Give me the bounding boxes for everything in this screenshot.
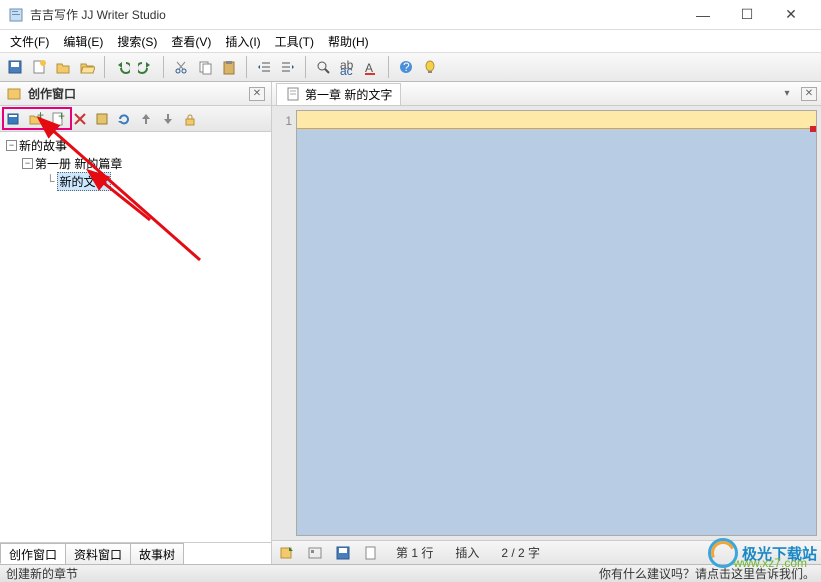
toolbar-separator: [388, 56, 389, 78]
document-tab[interactable]: 第一章 新的文字: [276, 83, 401, 105]
app-icon: [8, 7, 24, 23]
replace-icon[interactable]: abac: [336, 56, 358, 78]
menu-tools[interactable]: 工具(T): [269, 31, 320, 52]
side-tab-storytree[interactable]: 故事树: [130, 543, 184, 564]
undo-icon[interactable]: [111, 56, 133, 78]
tree-collapse-icon[interactable]: −: [22, 158, 33, 169]
char-count: 2 / 2 字: [495, 544, 546, 561]
tip-icon[interactable]: [419, 56, 441, 78]
line-info: 第 1 行: [390, 544, 439, 561]
book2-icon[interactable]: [92, 109, 112, 129]
panel-close-button[interactable]: ✕: [249, 87, 265, 101]
refresh-icon[interactable]: [114, 109, 134, 129]
down-icon[interactable]: [158, 109, 178, 129]
tree-leaf-icon: └: [46, 174, 55, 188]
svg-text:+: +: [58, 111, 65, 123]
delete-icon[interactable]: [70, 109, 90, 129]
side-panel-header: 创作窗口 ✕: [0, 82, 271, 106]
main-toolbar: abac A ?: [0, 52, 821, 82]
text-editor[interactable]: [296, 110, 817, 536]
menu-insert[interactable]: 插入(I): [219, 31, 266, 52]
watermark: 极光下载站 www.xz7.com: [708, 538, 817, 568]
tree-chapter[interactable]: − 第一册 新的篇章: [6, 154, 265, 172]
maximize-button[interactable]: ☐: [725, 1, 769, 29]
editor-panel: 第一章 新的文字 ▾ ✕ 1 第 1 行 插入 2 / 2 字: [272, 82, 821, 564]
open-icon[interactable]: [52, 56, 74, 78]
editor-current-line[interactable]: [297, 111, 816, 129]
panel-icon: [6, 86, 22, 102]
minimize-button[interactable]: —: [681, 1, 725, 29]
document-tabbar: 第一章 新的文字 ▾ ✕: [272, 82, 821, 106]
tree-collapse-icon[interactable]: −: [6, 140, 17, 151]
redo-icon[interactable]: [135, 56, 157, 78]
paste-icon[interactable]: [218, 56, 240, 78]
tree-view[interactable]: − 新的故事 − 第一册 新的篇章 └ 新的文字: [0, 132, 271, 542]
sb-icon4[interactable]: [362, 544, 380, 562]
document-icon: [285, 86, 301, 102]
menubar: 文件(F) 编辑(E) 搜索(S) 查看(V) 插入(I) 工具(T) 帮助(H…: [0, 30, 821, 52]
indent-left-icon[interactable]: [253, 56, 275, 78]
tree-root-label[interactable]: 新的故事: [19, 137, 67, 154]
menu-view[interactable]: 查看(V): [165, 31, 217, 52]
statusbar: 创建新的章节 你有什么建议吗？请点击这里告诉我们。: [0, 564, 821, 582]
save-icon[interactable]: [4, 56, 26, 78]
menu-file[interactable]: 文件(F): [4, 31, 55, 52]
menu-search[interactable]: 搜索(S): [111, 31, 163, 52]
up-icon[interactable]: [136, 109, 156, 129]
line-number: 1: [276, 114, 292, 128]
sb-icon1[interactable]: [278, 544, 296, 562]
status-left: 创建新的章节: [6, 565, 78, 582]
svg-text:ac: ac: [340, 64, 353, 75]
folder-open-icon[interactable]: [76, 56, 98, 78]
side-panel-tabs: 创作窗口 资料窗口 故事树: [0, 542, 271, 564]
tree-document-label[interactable]: 新的文字: [57, 172, 111, 191]
svg-text:?: ?: [403, 60, 410, 74]
toolbar-separator: [305, 56, 306, 78]
help-icon[interactable]: ?: [395, 56, 417, 78]
toolbar-separator: [163, 56, 164, 78]
toolbar-separator: [246, 56, 247, 78]
font-icon[interactable]: A: [360, 56, 382, 78]
book-icon[interactable]: [4, 109, 24, 129]
watermark-url: www.xz7.com: [734, 556, 807, 570]
page-add-icon[interactable]: +: [48, 109, 68, 129]
tree-root[interactable]: − 新的故事: [6, 136, 265, 154]
tree-chapter-label[interactable]: 第一册 新的篇章: [35, 155, 122, 172]
editor-container: 1: [272, 106, 821, 540]
cut-icon[interactable]: [170, 56, 192, 78]
tab-dropdown-icon[interactable]: ▾: [779, 87, 795, 101]
close-button[interactable]: ✕: [769, 1, 813, 29]
sb-save-icon[interactable]: [334, 544, 352, 562]
svg-text:+: +: [37, 111, 44, 122]
find-icon[interactable]: [312, 56, 334, 78]
edit-mode: 插入: [449, 544, 485, 561]
document-tab-label: 第一章 新的文字: [305, 86, 392, 103]
menu-help[interactable]: 帮助(H): [322, 31, 375, 52]
tab-close-button[interactable]: ✕: [801, 87, 817, 101]
window-titlebar: 吉吉写作 JJ Writer Studio — ☐ ✕: [0, 0, 821, 30]
tree-document[interactable]: └ 新的文字: [6, 172, 265, 190]
svg-text:A: A: [365, 61, 373, 75]
window-title: 吉吉写作 JJ Writer Studio: [30, 6, 681, 23]
copy-icon[interactable]: [194, 56, 216, 78]
editor-marker: [810, 126, 816, 132]
side-panel-toolbar: + +: [0, 106, 271, 132]
side-tab-resource[interactable]: 资料窗口: [65, 543, 131, 564]
lock-icon[interactable]: [180, 109, 200, 129]
new-icon[interactable]: [28, 56, 50, 78]
side-panel-title: 创作窗口: [28, 85, 243, 102]
sb-icon2[interactable]: [306, 544, 324, 562]
side-panel: 创作窗口 ✕ + + − 新的故事 − 第一册 新的篇章: [0, 82, 272, 564]
line-gutter: 1: [276, 110, 296, 536]
side-tab-create[interactable]: 创作窗口: [0, 543, 66, 564]
folder-add-icon[interactable]: +: [26, 109, 46, 129]
menu-edit[interactable]: 编辑(E): [57, 31, 109, 52]
indent-right-icon[interactable]: [277, 56, 299, 78]
toolbar-separator: [104, 56, 105, 78]
